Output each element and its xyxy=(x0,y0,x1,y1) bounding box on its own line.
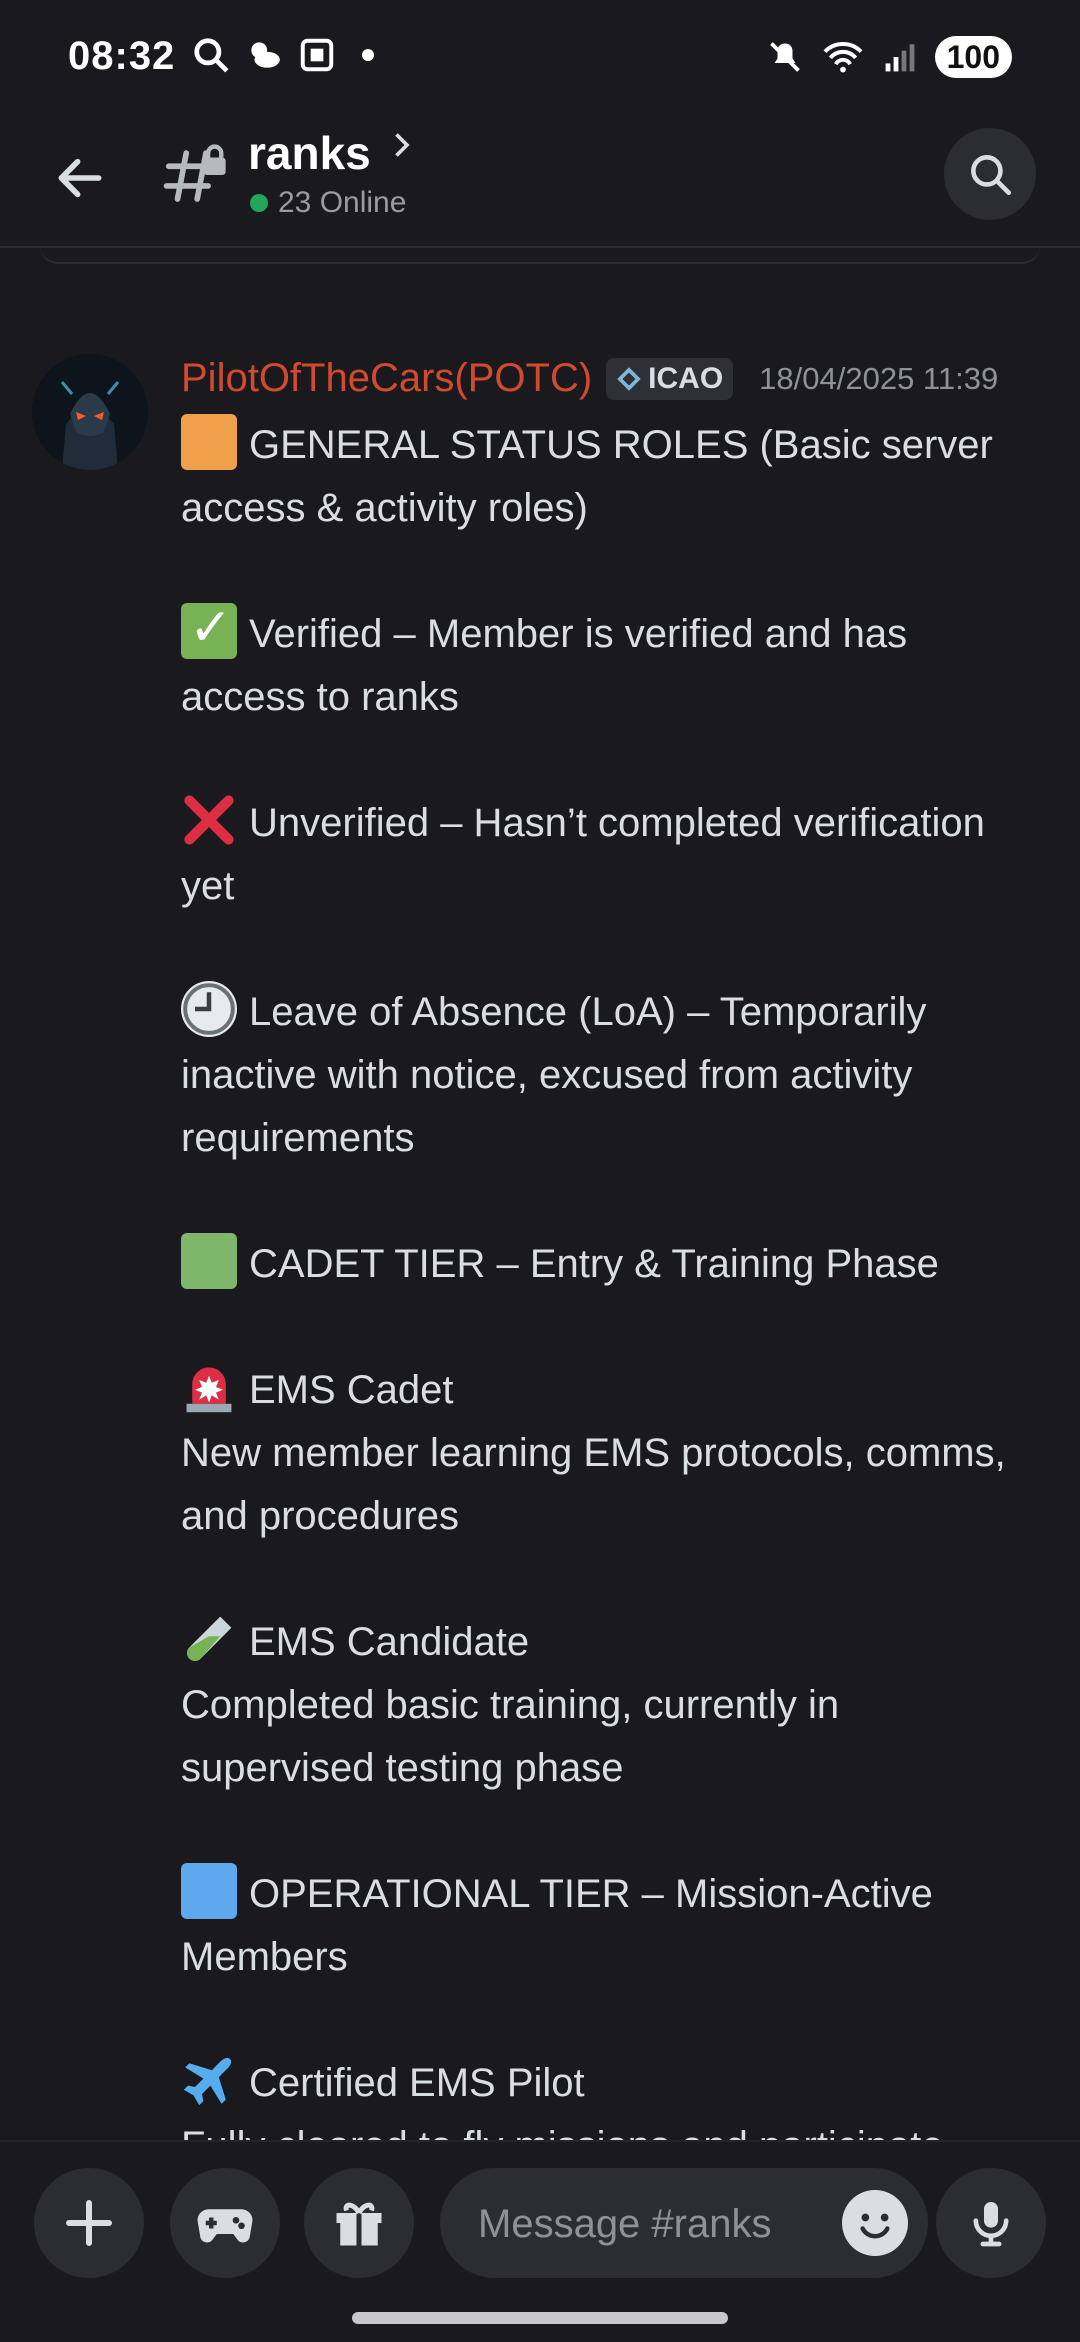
message-paragraph: Verified – Member is verified and has ac… xyxy=(181,597,1031,729)
paragraph-text: Verified – Member is verified and has ac… xyxy=(181,612,908,719)
message-paragraph: OPERATIONAL TIER – Mission-Active Member… xyxy=(181,1863,1031,1989)
message-timestamp: 18/04/2025 11:39 xyxy=(759,360,999,396)
online-dot xyxy=(250,194,268,212)
apps-button[interactable] xyxy=(170,2168,280,2278)
channel-name[interactable]: ranks xyxy=(248,126,371,180)
message-content: GENERAL STATUS ROLES (Basic server acces… xyxy=(181,414,1031,2241)
paragraph-subtext: Completed basic training, currently in s… xyxy=(181,1683,840,1790)
arrow-left-icon xyxy=(58,158,102,198)
paragraph-text: Unverified – Hasn’t completed verificati… xyxy=(181,801,985,908)
message-paragraph: CADET TIER – Entry & Training Phase xyxy=(181,1233,1031,1296)
gift-button[interactable] xyxy=(304,2168,414,2278)
divider xyxy=(40,246,1040,264)
paragraph-text: CADET TIER – Entry & Training Phase xyxy=(249,1242,939,1286)
online-status: 23 Online xyxy=(250,186,406,220)
microphone-icon xyxy=(973,2202,1009,2247)
message-header: PilotOfTheCars(POTC) ICAO 18/04/2025 11:… xyxy=(181,356,998,401)
search-icon xyxy=(194,38,229,73)
battery-indicator: 100 xyxy=(934,36,1012,78)
back-button[interactable] xyxy=(48,146,112,210)
online-count: 23 Online xyxy=(278,186,407,219)
voice-message-button[interactable] xyxy=(936,2168,1046,2278)
gift-icon xyxy=(336,2202,382,2246)
avatar[interactable] xyxy=(32,354,148,470)
screenshot-icon xyxy=(300,38,334,72)
add-attachment-button[interactable] xyxy=(34,2168,144,2278)
home-indicator[interactable] xyxy=(352,2312,728,2324)
paragraph-text: Leave of Absence (LoA) – Temporarily ina… xyxy=(181,990,927,1160)
mute-icon xyxy=(769,42,800,72)
gamepad-icon xyxy=(197,2209,253,2243)
message-paragraph: Leave of Absence (LoA) – Temporarily ina… xyxy=(181,981,1031,1170)
paragraph-subtext: New member learning EMS protocols, comms… xyxy=(181,1431,1006,1538)
locked-channel-icon xyxy=(163,144,226,202)
status-right-icons: 100 xyxy=(767,36,1012,78)
paragraph-text: OPERATIONAL TIER – Mission-Active Member… xyxy=(181,1872,933,1979)
status-left-icons xyxy=(192,36,374,74)
server-tag-label: ICAO xyxy=(648,361,724,395)
emoji-button[interactable] xyxy=(842,2190,908,2256)
paragraph-text: GENERAL STATUS ROLES (Basic server acces… xyxy=(181,423,993,530)
blue-square-icon xyxy=(181,1863,237,1919)
message-paragraph: Unverified – Hasn’t completed verificati… xyxy=(181,792,1031,918)
message-input[interactable] xyxy=(476,2168,840,2280)
signal-icon xyxy=(885,44,915,72)
wifi-icon xyxy=(823,42,863,73)
check-mark-icon xyxy=(181,597,237,660)
paragraph-text: EMS Candidate xyxy=(249,1620,530,1664)
status-bar: 08:32 100 xyxy=(0,0,1080,120)
smiley-icon xyxy=(860,2213,890,2239)
message-paragraph: EMS Cadet New member learning EMS protoco… xyxy=(181,1359,1031,1548)
message-paragraph: GENERAL STATUS ROLES (Basic server acces… xyxy=(181,414,1031,540)
paragraph-text: Certified EMS Pilot xyxy=(249,2061,585,2105)
test-tube-icon xyxy=(181,1611,237,1667)
orange-square-icon xyxy=(181,414,237,470)
server-tag[interactable]: ICAO xyxy=(606,357,734,400)
airplane-icon xyxy=(181,2052,237,2108)
clock-icon xyxy=(181,981,237,1037)
plus-icon xyxy=(66,2200,112,2246)
message-paragraph: EMS Candidate Completed basic training, c… xyxy=(181,1611,1031,1800)
search-button[interactable] xyxy=(944,128,1036,220)
avatar-image xyxy=(32,354,148,470)
channel-header: ranks 23 Online xyxy=(0,120,1080,248)
cross-mark-icon xyxy=(181,792,237,848)
author-name[interactable]: PilotOfTheCars(POTC) xyxy=(181,356,592,401)
green-square-icon xyxy=(181,1233,237,1289)
chevron-right-icon[interactable] xyxy=(388,130,414,160)
weather-icon xyxy=(251,42,280,68)
status-time: 08:32 xyxy=(68,34,176,78)
search-icon xyxy=(971,155,1012,196)
diamond-icon xyxy=(617,366,641,391)
message-input-container[interactable] xyxy=(440,2168,928,2280)
siren-icon xyxy=(181,1359,237,1415)
paragraph-text: EMS Cadet xyxy=(249,1368,454,1412)
dot-icon xyxy=(362,49,374,61)
